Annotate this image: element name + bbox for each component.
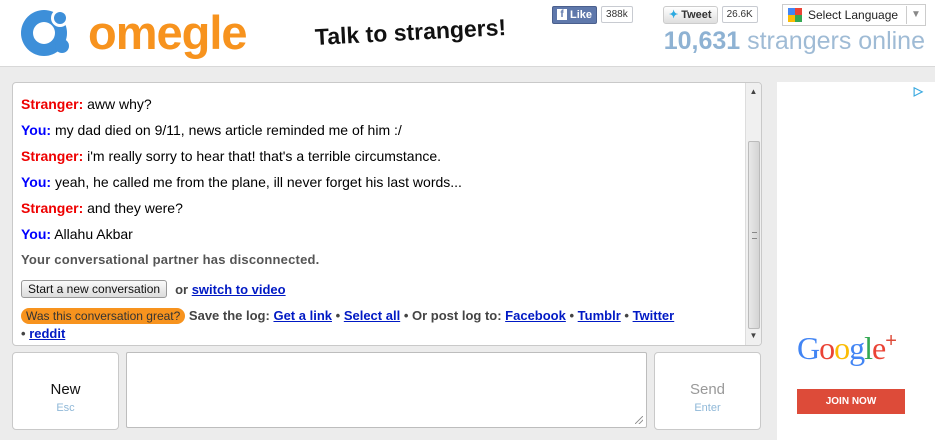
adchoices-icon[interactable]: ▷ xyxy=(914,84,923,98)
chat-log-box: Stranger: aww why? You: my dad died on 9… xyxy=(12,82,762,346)
facebook-like-count: 388k xyxy=(601,6,633,23)
facebook-like-label: Like xyxy=(570,8,593,21)
language-select-label: Select Language xyxy=(808,8,899,22)
twitter-tweet-widget[interactable]: ✦ Tweet 26.6K xyxy=(663,5,758,24)
message-text: yeah, he called me from the plane, ill n… xyxy=(54,174,462,190)
message-sender: You: xyxy=(21,174,52,190)
disconnect-status: Your conversational partner has disconne… xyxy=(21,252,320,267)
chat-message: You: yeah, he called me from the plane, … xyxy=(21,171,741,197)
language-select[interactable]: Select Language ▼ xyxy=(782,4,926,26)
tagline: Talk to strangers! xyxy=(314,14,507,50)
message-sender: You: xyxy=(21,226,52,242)
chevron-down-icon[interactable]: ▼ xyxy=(906,6,925,24)
message-text: aww why? xyxy=(87,96,152,112)
omegle-logo-icon xyxy=(21,9,69,56)
message-sender: Stranger: xyxy=(21,148,84,164)
send-button-label: Send xyxy=(689,381,726,398)
plus-sign: + xyxy=(885,330,897,352)
new-button-shortcut: Esc xyxy=(56,402,75,414)
conversation-great-button[interactable]: Was this conversation great? xyxy=(21,308,186,324)
tweet-label: Tweet xyxy=(681,8,712,21)
bullet-separator: • xyxy=(624,308,629,323)
message-sender: Stranger: xyxy=(21,96,84,112)
new-button-label: New xyxy=(50,381,81,398)
facebook-like-widget[interactable]: f Like 388k xyxy=(552,5,633,24)
chat-message: You: Allahu Akbar xyxy=(21,223,741,249)
new-conversation-row: Start a new conversation or switch to vi… xyxy=(21,275,741,303)
scroll-down-arrow-icon[interactable]: ▼ xyxy=(746,329,761,343)
online-suffix: strangers online xyxy=(747,27,925,55)
save-log-row: Was this conversation great? Save the lo… xyxy=(21,307,741,342)
message-sender: Stranger: xyxy=(21,200,84,216)
send-button-shortcut: Enter xyxy=(694,402,721,414)
bullet-separator: • xyxy=(403,308,409,323)
post-reddit-link[interactable]: reddit xyxy=(29,326,65,341)
post-tumblr-link[interactable]: Tumblr xyxy=(578,308,621,323)
join-now-button[interactable]: JOIN NOW xyxy=(797,389,905,414)
bullet-separator: • xyxy=(21,326,26,341)
scrollbar-thumb[interactable] xyxy=(748,141,760,329)
message-text: and they were? xyxy=(87,200,183,216)
message-input[interactable] xyxy=(126,352,647,428)
header: omegle Talk to strangers! f Like 388k ✦ … xyxy=(0,0,935,67)
chat-log: Stranger: aww why? You: my dad died on 9… xyxy=(21,93,741,342)
google-letter: G xyxy=(797,330,820,366)
scroll-up-arrow-icon[interactable]: ▲ xyxy=(746,85,761,99)
google-letter: o xyxy=(819,330,835,366)
facebook-like-button[interactable]: f Like xyxy=(552,5,598,24)
start-new-conversation-button[interactable]: Start a new conversation xyxy=(21,280,168,298)
google-plus-logo: Google+ xyxy=(797,330,897,367)
chat-message: Stranger: and they were? xyxy=(21,197,741,223)
google-translate-icon xyxy=(788,8,802,22)
chat-message: Stranger: aww why? xyxy=(21,93,741,119)
tweet-button[interactable]: ✦ Tweet xyxy=(663,5,718,24)
facebook-icon: f xyxy=(557,9,567,20)
or-text: or xyxy=(175,281,189,297)
send-button[interactable]: Send Enter xyxy=(654,352,761,430)
get-link-link[interactable]: Get a link xyxy=(273,308,332,323)
strangers-online: 10,631 strangers online xyxy=(664,27,925,56)
chat-scrollbar[interactable]: ▲ ▼ xyxy=(745,83,761,345)
switch-to-video-link[interactable]: switch to video xyxy=(192,282,286,297)
bullet-separator: • xyxy=(569,308,575,323)
message-text: i'm really sorry to hear that! that's a … xyxy=(87,148,442,164)
google-letter: e xyxy=(872,330,886,366)
chat-message: You: my dad died on 9/11, news article r… xyxy=(21,119,741,145)
online-count: 10,631 xyxy=(663,27,741,55)
textarea-resize-handle-icon[interactable] xyxy=(635,416,643,424)
google-letter: l xyxy=(864,330,873,366)
logo-text: omegle xyxy=(88,6,248,59)
google-wordmark: Google xyxy=(797,330,886,366)
advertisement-panel[interactable]: ▷ Google+ JOIN NOW xyxy=(777,82,935,440)
message-text: my dad died on 9/11, news article remind… xyxy=(54,122,402,138)
tweet-count: 26.6K xyxy=(721,6,758,23)
save-log-text: Save the log: xyxy=(188,308,270,323)
post-log-text: Or post log to: xyxy=(412,308,502,323)
post-twitter-link[interactable]: Twitter xyxy=(633,308,675,323)
google-letter: g xyxy=(849,330,865,366)
chat-message: Stranger: i'm really sorry to hear that!… xyxy=(21,145,741,171)
google-letter: o xyxy=(834,330,850,366)
message-text: Allahu Akbar xyxy=(54,226,133,242)
twitter-bird-icon: ✦ xyxy=(669,9,679,21)
message-sender: You: xyxy=(21,122,52,138)
select-all-link[interactable]: Select all xyxy=(344,308,400,323)
new-button[interactable]: New Esc xyxy=(12,352,119,430)
scroll-grip-icon xyxy=(752,232,757,239)
post-facebook-link[interactable]: Facebook xyxy=(505,308,566,323)
omegle-logo[interactable]: omegle xyxy=(18,6,248,60)
bullet-separator: • xyxy=(335,308,341,323)
